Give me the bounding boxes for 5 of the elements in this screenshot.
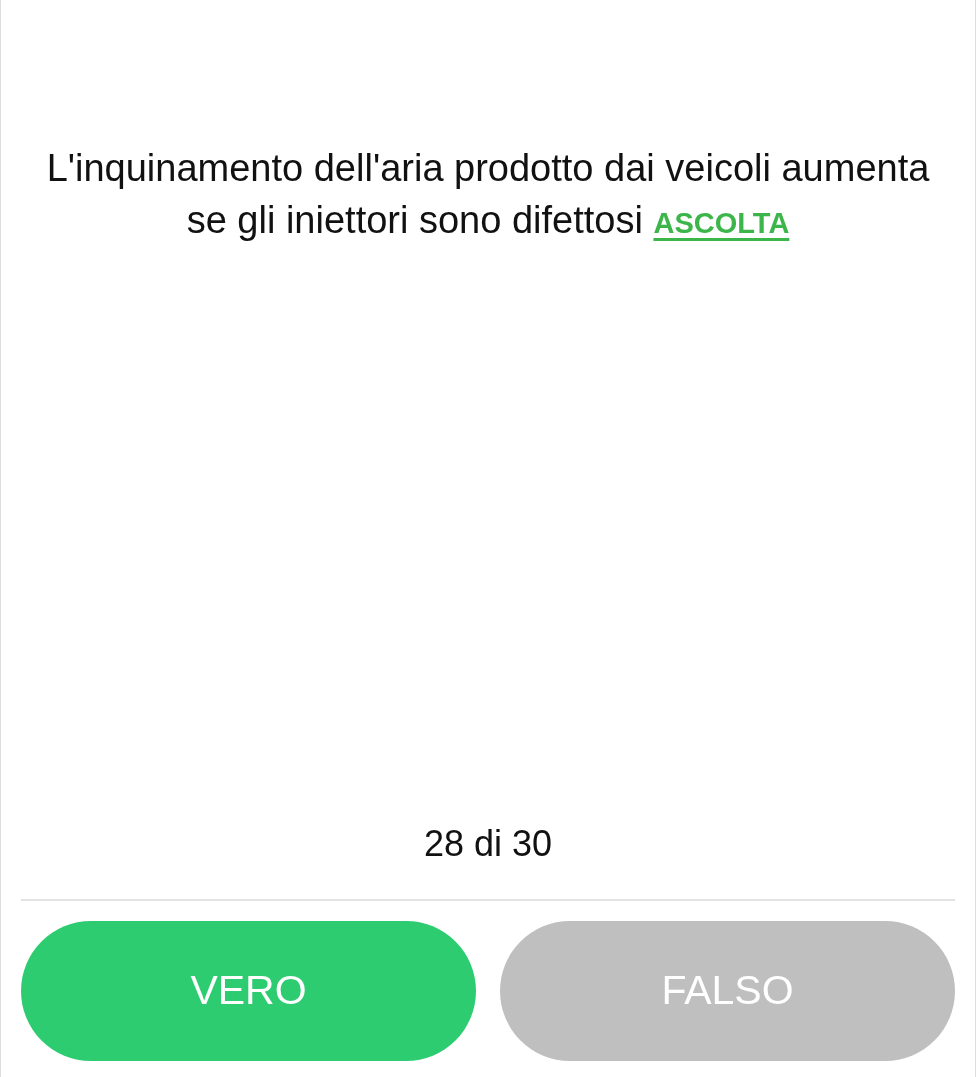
listen-link[interactable]: ASCOLTA (653, 207, 790, 239)
question-text: L'inquinamento dell'aria prodotto dai veicoli aumenta se gli iniettori sono difettosi ASCOLTA (45, 146, 931, 243)
answer-button[interactable]: FALSO (500, 921, 955, 1061)
answer-button[interactable]: VERO (21, 921, 476, 1061)
progress-counter: 28 di 30 (423, 823, 553, 864)
